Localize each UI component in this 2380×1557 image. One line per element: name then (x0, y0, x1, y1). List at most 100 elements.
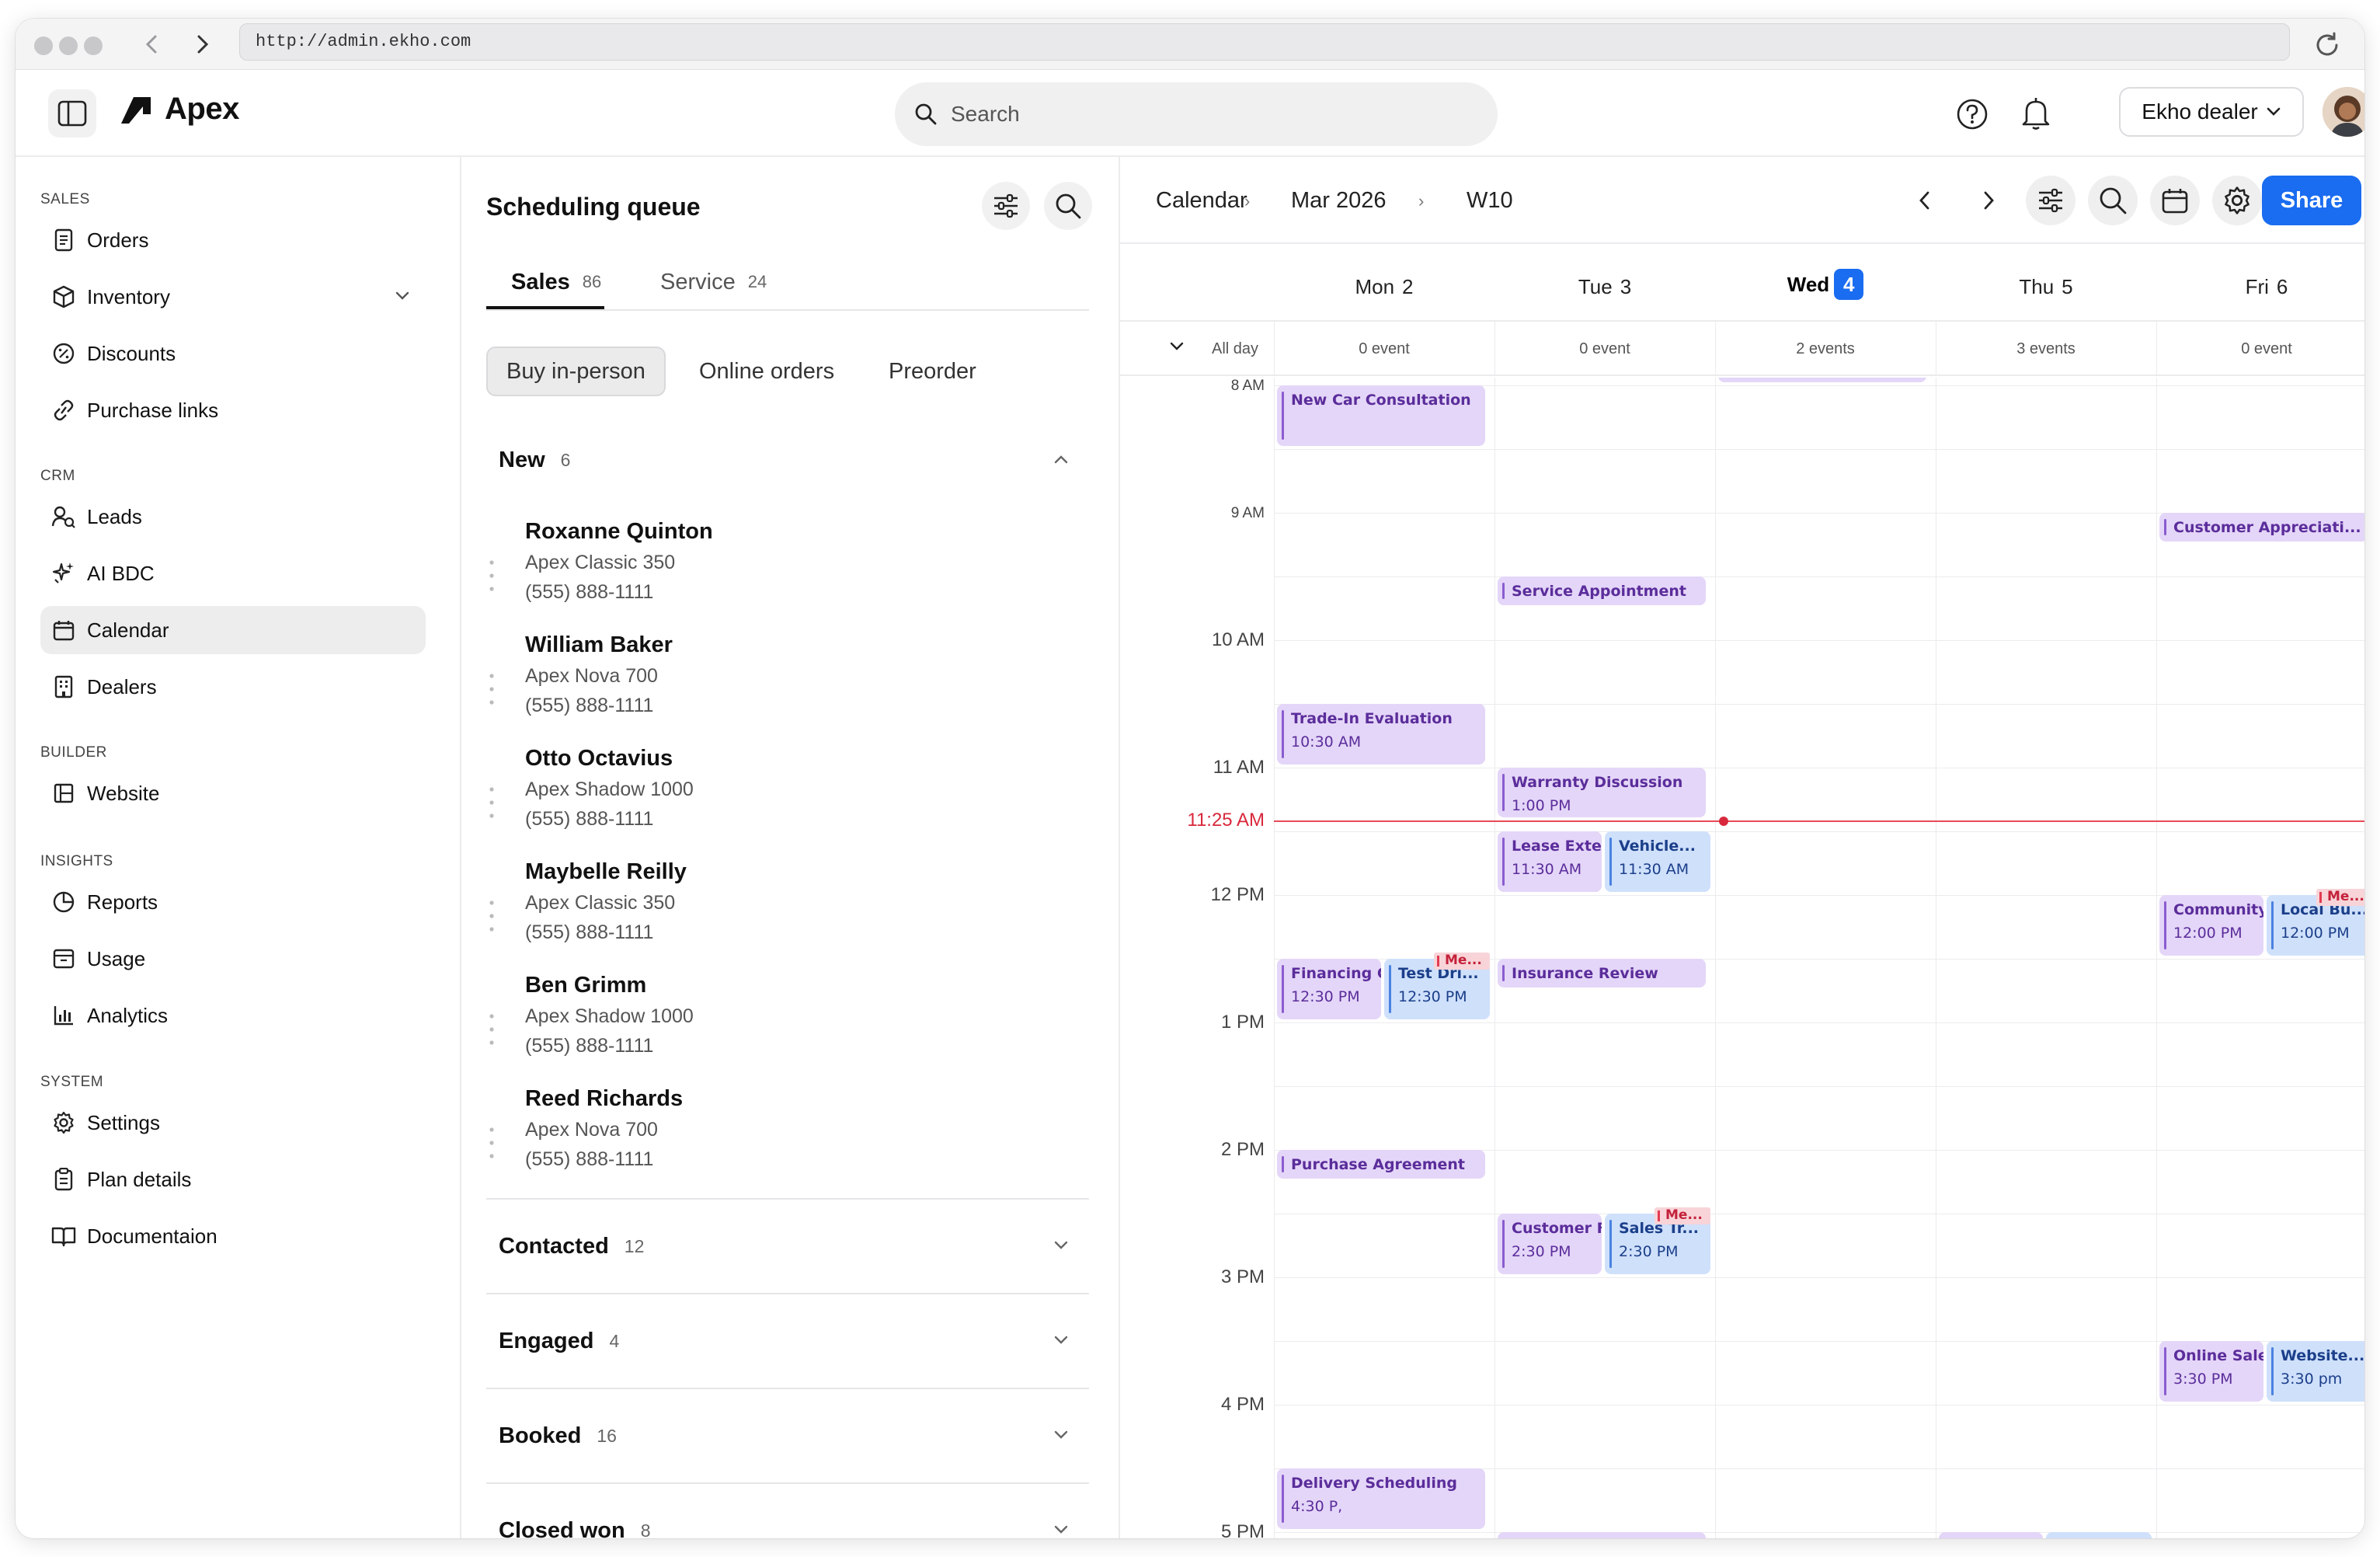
calendar-event[interactable]: Delivery Scheduling 4:30 P, (1277, 1468, 1485, 1529)
calendar-event[interactable]: Service Appointment (1498, 576, 1706, 605)
calendar-event[interactable]: Trade-In Evaluation 10:30 AM (1277, 704, 1485, 765)
breadcrumb-week[interactable]: W10 (1467, 188, 1513, 214)
filter-icon[interactable] (982, 182, 1030, 230)
sidebar-item-website[interactable]: Website (40, 769, 426, 817)
search-input[interactable] (951, 102, 1448, 127)
back-icon[interactable] (137, 30, 166, 59)
event-overflow-flag[interactable]: Me... (1655, 1207, 1710, 1224)
calendar-search-icon[interactable] (2088, 176, 2138, 225)
queue-search-icon[interactable] (1044, 182, 1092, 230)
breadcrumb-month[interactable]: Mar 2026 (1291, 188, 1387, 214)
lead-item[interactable]: Maybelle Reilly Apex Classic 350 (555) 8… (486, 859, 1089, 973)
drag-handle-icon[interactable] (486, 670, 497, 709)
sidebar-item-documentation[interactable]: Documentaion (40, 1212, 426, 1260)
lead-item[interactable]: Ben Grimm Apex Shadow 1000 (555) 888-111… (486, 973, 1089, 1086)
chevron-down-icon[interactable] (393, 286, 412, 310)
calendar-event[interactable]: Customer Appreciati... (2159, 513, 2364, 542)
tab-sales[interactable]: Sales 86 (511, 255, 601, 309)
calendar-filter-icon[interactable] (2026, 176, 2076, 225)
sidebar-toggle-icon[interactable] (48, 89, 96, 138)
group-engaged[interactable]: Engaged 4 (486, 1305, 1089, 1377)
day-header-thu[interactable]: Thu 5 (1936, 275, 2156, 299)
sidebar-item-dealers[interactable]: Dealers (40, 663, 426, 711)
event-overflow-flag[interactable]: Me... (2316, 889, 2364, 906)
dealer-switcher[interactable]: Ekho dealer (2119, 87, 2304, 137)
address-bar[interactable]: http://admin.ekho.com (239, 23, 2290, 61)
all-day-count-tue[interactable]: 0 event (1494, 340, 1715, 358)
day-header-wed[interactable]: Wed 4 (1715, 269, 1936, 300)
window-close-dot[interactable] (34, 37, 53, 55)
calendar-event[interactable]: Customer F 2:30 PM (1498, 1214, 1602, 1274)
day-header-fri[interactable]: Fri 6 (2156, 275, 2364, 299)
calendar-event[interactable]: Team Performance R... (1498, 1532, 1706, 1538)
day-header-tue[interactable]: Tue 3 (1494, 275, 1715, 299)
segment-buy-in-person[interactable]: Buy in-person (486, 347, 666, 396)
drag-handle-icon[interactable] (486, 556, 497, 595)
previous-week-icon[interactable] (1900, 176, 1950, 225)
chevron-up-icon[interactable] (1052, 452, 1070, 470)
app-logo[interactable]: Apex (120, 92, 239, 127)
lead-item[interactable]: Reed Richards Apex Nova 700 (555) 888-11… (486, 1086, 1089, 1200)
user-avatar[interactable] (2323, 87, 2364, 137)
group-new[interactable]: New 6 (486, 424, 1089, 496)
calendar-event[interactable]: Insurance Review (1498, 959, 1706, 987)
forward-icon[interactable] (188, 30, 217, 59)
calendar-event[interactable]: Community 12:00 PM (2159, 895, 2263, 956)
week-time-grid[interactable]: 8 AM 9 AM 10 AM 11 AM 12 PM 1 PM 2 PM 3 PM 4 PM 5… (1120, 378, 2364, 1538)
calendar-event[interactable]: Warranty Discussion 1:00 PM (1498, 768, 1706, 818)
calendar-settings-gear-icon[interactable] (2212, 176, 2262, 225)
drag-handle-icon[interactable] (486, 1010, 497, 1049)
calendar-event[interactable]: 1:00 PM (1718, 378, 1926, 382)
all-day-count-mon[interactable]: 0 event (1274, 340, 1494, 358)
segment-online-orders[interactable]: Online orders (680, 347, 853, 396)
segment-preorder[interactable]: Preorder (870, 347, 995, 396)
sidebar-item-plan-details[interactable]: Plan details (40, 1155, 426, 1203)
chevron-down-icon[interactable] (1052, 1523, 1070, 1538)
chevron-down-icon[interactable] (1052, 1333, 1070, 1351)
chevron-down-icon[interactable] (1052, 1428, 1070, 1446)
group-closed-won[interactable]: Closed won 8 (486, 1495, 1089, 1538)
sidebar-item-settings[interactable]: Settings (40, 1099, 426, 1147)
sidebar-item-inventory[interactable]: Inventory (40, 273, 426, 321)
global-search[interactable] (895, 82, 1498, 146)
drag-handle-icon[interactable] (486, 897, 497, 935)
calendar-event[interactable]: Lease Exter 11:30 AM (1498, 831, 1602, 892)
lead-item[interactable]: William Baker Apex Nova 700 (555) 888-11… (486, 632, 1089, 746)
calendar-event[interactable]: Vehicle... 11:30 AM (1605, 831, 1710, 892)
all-day-count-wed[interactable]: 2 events (1715, 340, 1936, 358)
calendar-event[interactable]: Website... 3:30 pm (2267, 1341, 2364, 1402)
sidebar-item-calendar[interactable]: Calendar (40, 606, 426, 654)
reload-icon[interactable] (2312, 30, 2343, 61)
sidebar-item-purchase-links[interactable]: Purchase links (40, 386, 426, 434)
help-icon[interactable] (1954, 96, 1990, 132)
chevron-down-icon[interactable] (1052, 1238, 1070, 1256)
sidebar-item-analytics[interactable]: Analytics (40, 991, 426, 1040)
calendar-event[interactable]: Purchase Agreement (1277, 1150, 1485, 1179)
group-booked[interactable]: Booked 16 (486, 1400, 1089, 1472)
event-overflow-flag[interactable]: Me... (1434, 953, 1490, 970)
sidebar-item-leads[interactable]: Leads (40, 493, 426, 541)
next-week-icon[interactable] (1964, 176, 2013, 225)
calendar-event[interactable]: New Car Consultation (1277, 385, 1485, 446)
day-header-mon[interactable]: Mon 2 (1274, 275, 1494, 299)
group-contacted[interactable]: Contacted 12 (486, 1210, 1089, 1282)
breadcrumb-calendar[interactable]: Calendar (1156, 188, 1247, 214)
collapse-all-day-chevron-icon[interactable] (1168, 339, 1185, 358)
calendar-event[interactable]: Online Sale: 3:30 PM (2159, 1341, 2263, 1402)
all-day-count-thu[interactable]: 3 events (1936, 340, 2156, 358)
sidebar-item-ai-bdc[interactable]: AI BDC (40, 549, 426, 597)
drag-handle-icon[interactable] (486, 1123, 497, 1162)
calendar-event[interactable]: Financing C 12:30 PM (1277, 959, 1381, 1019)
sidebar-item-usage[interactable]: Usage (40, 935, 426, 983)
window-zoom-dot[interactable] (84, 37, 103, 55)
tab-service[interactable]: Service 24 (660, 255, 767, 309)
calendar-event[interactable]: Meeting titl (1939, 1532, 2043, 1538)
calendar-event[interactable]: Meeting (2046, 1532, 2152, 1538)
all-day-count-fri[interactable]: 0 event (2156, 340, 2364, 358)
calendar-view-icon[interactable] (2150, 176, 2200, 225)
sidebar-item-reports[interactable]: Reports (40, 878, 426, 926)
share-button[interactable]: Share (2262, 176, 2361, 225)
window-minimize-dot[interactable] (59, 37, 78, 55)
sidebar-item-discounts[interactable]: Discounts (40, 329, 426, 378)
drag-handle-icon[interactable] (486, 783, 497, 822)
